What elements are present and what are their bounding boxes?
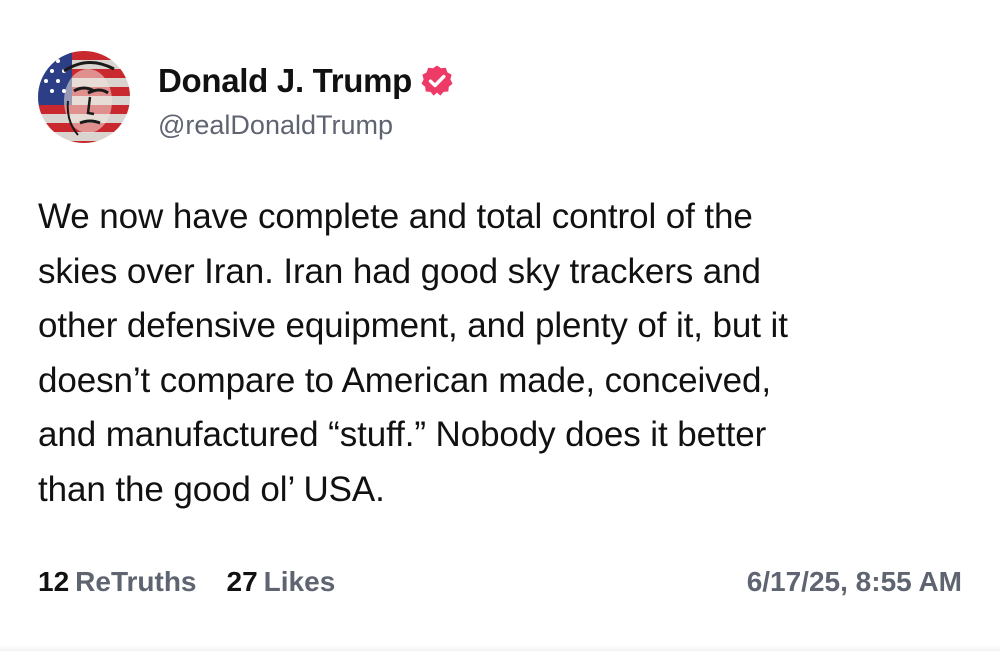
bottom-divider: [0, 645, 1000, 651]
post-card: Donald J. Trump @realDonaldTrump We now …: [0, 0, 1000, 651]
post-text-line: skies over Iran. Iran had good sky track…: [38, 251, 761, 291]
post-text-line: other defensive equipment, and plenty of…: [38, 306, 788, 345]
post-text-line: than the good ol’ USA.: [38, 469, 385, 509]
post-text-line: and manufactured “stuff.” Nobody does it…: [38, 415, 767, 454]
post-text-line: We now have complete and total control o…: [38, 197, 753, 236]
retruths-label: ReTruths: [75, 566, 197, 597]
retruths-stat[interactable]: 12 ReTruths: [38, 566, 197, 598]
likes-count: 27: [226, 566, 258, 597]
likes-label: Likes: [263, 566, 336, 597]
post-text: We now have complete and total control o…: [38, 190, 973, 517]
author-avatar[interactable]: [38, 51, 130, 143]
post-timestamp[interactable]: 6/17/25, 8:55 AM: [747, 566, 962, 598]
retruths-count: 12: [38, 566, 70, 597]
avatar-image: [38, 51, 130, 143]
likes-stat[interactable]: 27 Likes: [227, 566, 336, 598]
post-stats: 12 ReTruths 27 Likes: [38, 566, 335, 598]
verified-badge-icon: [420, 64, 454, 98]
author-handle[interactable]: @realDonaldTrump: [158, 110, 393, 141]
author-name-row: Donald J. Trump: [158, 58, 454, 104]
author-display-name[interactable]: Donald J. Trump: [158, 62, 412, 100]
post-text-line: doesn’t compare to American made, concei…: [38, 360, 771, 400]
